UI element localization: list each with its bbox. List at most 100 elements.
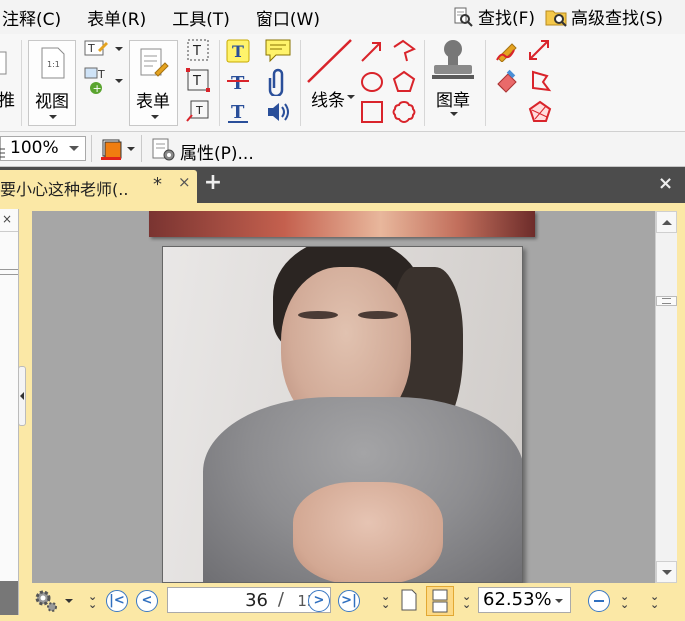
gear-dropdown-icon[interactable] <box>65 599 73 603</box>
form-dropdown-icon <box>151 115 159 119</box>
pencil-icon[interactable] <box>494 38 520 66</box>
arrow-icon[interactable] <box>360 39 384 67</box>
zoom-icon <box>0 143 5 166</box>
svg-text:1:1: 1:1 <box>47 60 60 69</box>
rectangle-icon[interactable] <box>360 100 384 128</box>
continuous-page-icon[interactable] <box>426 586 454 616</box>
line-icon[interactable] <box>305 38 353 88</box>
first-page-icon[interactable]: |< <box>106 590 128 612</box>
svg-text:T: T <box>231 73 245 94</box>
close-panel-icon[interactable]: × <box>2 212 12 226</box>
menu-tools[interactable]: 工具(T) <box>172 5 230 30</box>
line-dropdown-icon[interactable] <box>347 95 355 99</box>
attach-file-icon[interactable] <box>268 68 288 100</box>
new-tab-icon[interactable]: + <box>203 172 223 194</box>
status-bar: ⌄⌄ |< < 36 / 159 > >| ⌄⌄ ⌄⌄ 62.53% ⌄⌄ ⌄⌄ <box>28 583 685 621</box>
callout-icon[interactable]: T <box>186 98 210 126</box>
vertical-scrollbar[interactable] <box>655 211 677 583</box>
document-tab-title: 要小心这种老师(.. <box>0 180 129 199</box>
close-tab-icon[interactable]: × <box>178 173 191 191</box>
ribbon-separator <box>300 40 301 126</box>
find-button[interactable]: 查找(F) <box>452 4 535 29</box>
menu-window[interactable]: 窗口(W) <box>256 5 320 30</box>
close-all-tabs-icon[interactable]: × <box>658 173 673 194</box>
sound-icon[interactable] <box>266 100 292 128</box>
gear-icon[interactable] <box>33 588 59 618</box>
zoom-out-icon[interactable] <box>588 590 610 612</box>
chevron-left-icon <box>20 392 24 400</box>
navigation-panel[interactable]: × <box>0 209 19 615</box>
ribbon-separator <box>21 40 22 126</box>
comment-icon[interactable] <box>264 38 292 68</box>
text-field-icon[interactable]: T <box>84 38 110 64</box>
toolbar-separator <box>91 135 92 162</box>
polyline-icon[interactable] <box>391 39 417 67</box>
svg-text:T: T <box>97 68 105 81</box>
underline-icon[interactable]: T <box>226 100 250 130</box>
view-button[interactable]: 1:1 视图 <box>28 40 76 126</box>
modified-indicator: * <box>153 174 162 195</box>
svg-text:T: T <box>195 104 203 117</box>
strikethrough-icon[interactable]: T <box>226 70 250 98</box>
stamp-icon[interactable] <box>430 38 476 86</box>
chevron-down-icon <box>555 599 563 603</box>
double-chevron-down-icon: ⌄ ⌄ <box>620 590 630 611</box>
ribbon-partial-label[interactable]: 推 <box>0 86 15 111</box>
svg-text:T: T <box>232 42 244 61</box>
perimeter-icon[interactable] <box>527 100 553 128</box>
page-number-field[interactable]: 36 / 159 <box>167 587 331 613</box>
scroll-thumb[interactable] <box>656 296 677 306</box>
folder-search-icon <box>545 6 567 28</box>
advanced-find-label: 高级查找(S) <box>571 9 664 29</box>
properties-icon <box>151 138 177 166</box>
page-separator: / <box>277 589 284 610</box>
stamp-label[interactable]: 图章 <box>436 86 470 111</box>
svg-text:+: + <box>93 82 102 95</box>
panel-splitter[interactable] <box>0 269 18 275</box>
textbox-icon[interactable]: T <box>186 68 210 96</box>
single-page-icon[interactable] <box>400 589 418 615</box>
form-button[interactable]: 表单 <box>129 40 178 126</box>
text-field-dropdown-icon[interactable] <box>115 47 123 51</box>
properties-button[interactable]: 属性(P)... <box>180 139 254 164</box>
document-area: × ⌄ ⌄ |< < 36 / > >| ⌄ ⌄ ⌄ ⌄ 62.53% ⌄ ⌄ … <box>0 203 685 621</box>
typewriter-icon[interactable]: T <box>186 38 210 66</box>
photo-eye-right <box>358 311 398 319</box>
next-page-icon[interactable]: > <box>308 590 330 612</box>
last-page-icon[interactable]: >| <box>338 590 360 612</box>
pdf-page-icon: 1:1 <box>40 47 66 83</box>
scroll-down-button[interactable] <box>656 561 677 583</box>
ribbon-separator <box>424 40 425 126</box>
document-tab[interactable]: 要小心这种老师(.. * × <box>0 170 197 203</box>
panel-collapse-handle[interactable] <box>18 366 26 426</box>
zoom-level-select[interactable]: 62.53% <box>478 587 571 613</box>
cloud-icon[interactable] <box>391 100 417 128</box>
measure-icon[interactable] <box>527 38 553 66</box>
stamp-dropdown-icon[interactable] <box>450 112 458 116</box>
double-chevron-down-icon: ⌄ ⌄ <box>462 590 472 611</box>
svg-text:T: T <box>231 102 245 123</box>
color-picker-icon[interactable] <box>99 138 123 164</box>
ellipse-icon[interactable] <box>360 70 384 98</box>
advanced-find-button[interactable]: 高级查找(S) <box>545 4 663 29</box>
highlight-text-icon[interactable]: T <box>226 39 250 67</box>
tab-bar: 要小心这种老师(.. * × + × <box>0 167 685 203</box>
zoom-select[interactable]: 100% <box>0 136 86 161</box>
prev-page-icon[interactable]: < <box>136 590 158 612</box>
color-dropdown-icon[interactable] <box>127 147 135 151</box>
hand-icon[interactable] <box>0 48 10 82</box>
menu-form[interactable]: 表单(R) <box>87 5 146 30</box>
line-label[interactable]: 线条 <box>311 86 345 111</box>
page-viewport[interactable] <box>32 211 655 583</box>
image-field-dropdown-icon[interactable] <box>115 79 123 83</box>
image-field-icon[interactable]: T + <box>84 66 110 100</box>
svg-text:T: T <box>192 44 201 59</box>
svg-text:T: T <box>192 74 201 89</box>
polygon-icon[interactable] <box>391 70 417 98</box>
scroll-up-button[interactable] <box>656 211 677 233</box>
photo-hands <box>293 482 443 582</box>
menu-comment[interactable]: 注释(C) <box>2 5 61 30</box>
double-chevron-down-icon: ⌄ ⌄ <box>381 590 391 611</box>
area-icon[interactable] <box>527 68 553 98</box>
eraser-icon[interactable] <box>494 68 520 98</box>
